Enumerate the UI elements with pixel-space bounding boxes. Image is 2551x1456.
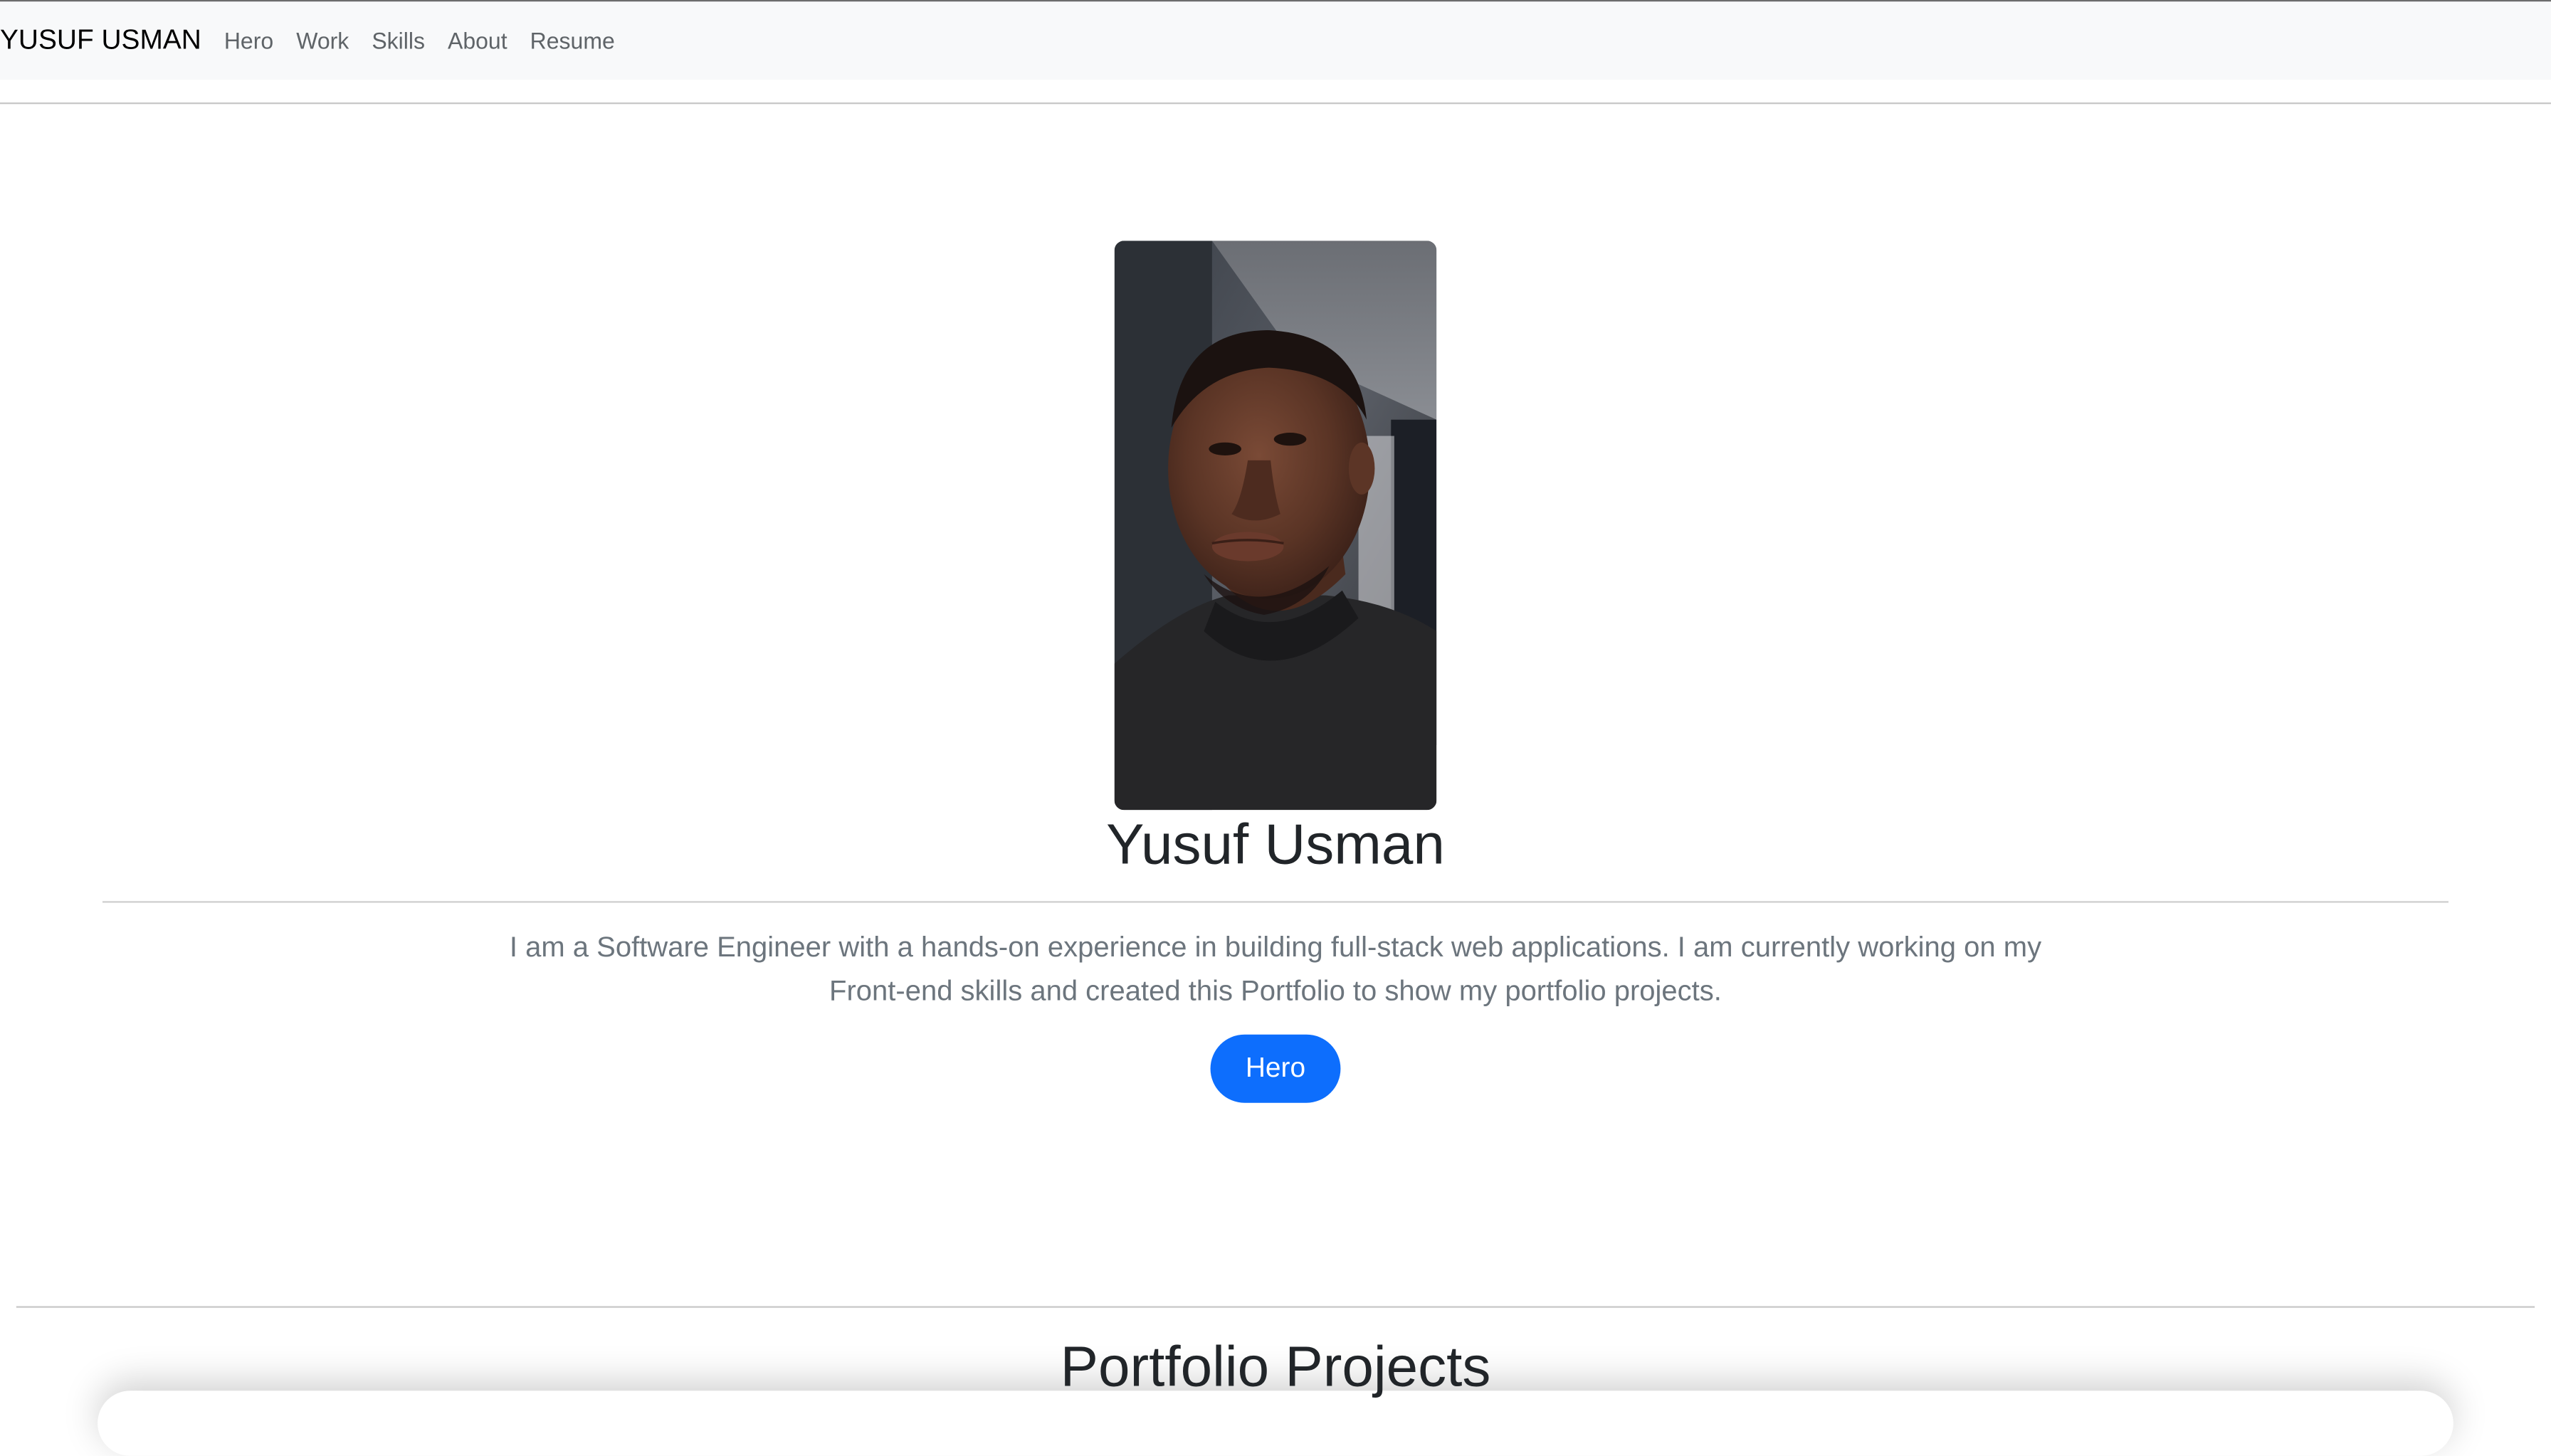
portfolio-projects-title: Portfolio Projects bbox=[1060, 1335, 1491, 1399]
navbar-divider bbox=[0, 102, 2551, 105]
profile-photo bbox=[1114, 241, 1437, 811]
nav-link-resume[interactable]: Resume bbox=[530, 28, 615, 54]
nav-link-hero[interactable]: Hero bbox=[224, 28, 273, 54]
nav-link-skills[interactable]: Skills bbox=[372, 28, 425, 54]
section-divider bbox=[16, 1306, 2535, 1308]
page: YUSUF USMAN Hero Work Skills About Resum… bbox=[0, 0, 2551, 1456]
hero-name: Yusuf Usman bbox=[1106, 813, 1445, 877]
navbar: YUSUF USMAN Hero Work Skills About Resum… bbox=[0, 1, 2551, 80]
hero-button[interactable]: Hero bbox=[1210, 1034, 1341, 1103]
hero-description: I am a Software Engineer with a hands-on… bbox=[509, 930, 2042, 1006]
nav-link-about[interactable]: About bbox=[448, 28, 507, 54]
brand-link[interactable]: YUSUF USMAN bbox=[0, 24, 201, 57]
nav-link-work[interactable]: Work bbox=[296, 28, 349, 54]
nav-links: Hero Work Skills About Resume bbox=[224, 28, 638, 54]
hero-divider bbox=[102, 901, 2449, 903]
